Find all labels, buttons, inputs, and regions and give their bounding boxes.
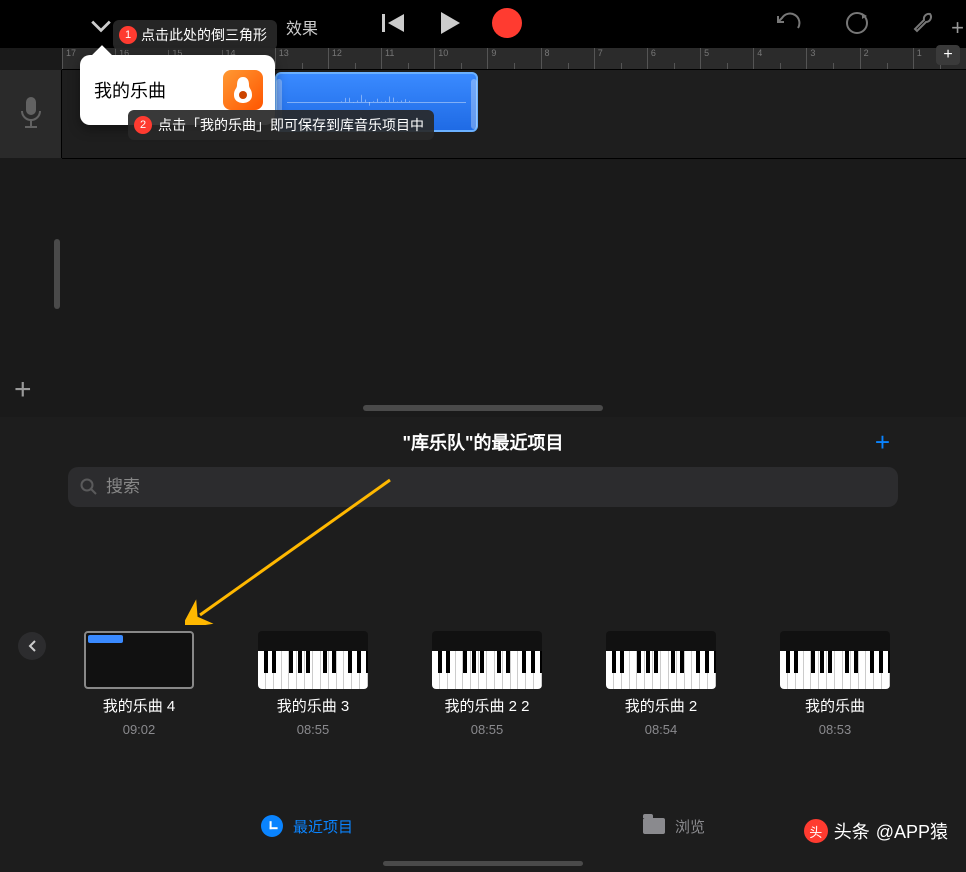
project-item[interactable]: 我的乐曲 4 09:02 — [84, 631, 194, 737]
rewind-icon — [380, 11, 408, 35]
library-scrollbar[interactable] — [383, 861, 583, 866]
project-name: 我的乐曲 4 — [103, 695, 176, 716]
microphone-icon — [18, 95, 44, 133]
add-button-toolbar[interactable]: + — [951, 15, 964, 41]
song-dropdown-button[interactable] — [86, 15, 116, 37]
project-item[interactable]: 我的乐曲 2 08:54 — [606, 631, 716, 737]
project-name: 我的乐曲 2 — [625, 695, 698, 716]
tooltip-badge-2: 2 — [134, 116, 152, 134]
ruler-tick: 13 — [275, 48, 328, 69]
ruler-tick: 5 — [700, 48, 753, 69]
empty-tracks-area — [62, 158, 966, 408]
project-item[interactable]: 我的乐曲 2 2 08:55 — [432, 631, 542, 737]
horizontal-scrollbar[interactable] — [363, 405, 603, 411]
project-grid: 我的乐曲 4 09:02 我的乐曲 3 08:55 我的乐曲 2 2 08:55… — [0, 507, 966, 737]
play-icon — [438, 10, 462, 36]
project-thumbnail — [780, 631, 890, 689]
project-item[interactable]: 我的乐曲 3 08:55 — [258, 631, 368, 737]
ruler-tick: 10 — [434, 48, 487, 69]
search-icon — [80, 478, 98, 496]
tutorial-tooltip-1: 1 点击此处的倒三角形 — [113, 20, 277, 50]
project-item[interactable]: 我的乐曲 08:53 — [780, 631, 890, 737]
watermark-handle: @APP猿 — [876, 818, 948, 844]
ruler-tick: 9 — [487, 48, 540, 69]
track-header[interactable] — [0, 70, 62, 158]
editor-panel: 效果 + — [0, 0, 966, 417]
project-name: 我的乐曲 3 — [277, 695, 350, 716]
ruler-add-button[interactable]: + — [936, 45, 960, 65]
project-thumbnail — [432, 631, 542, 689]
popover-title: 我的乐曲 — [94, 77, 166, 103]
tooltip-text-2: 点击「我的乐曲」即可保存到库音乐项目中 — [158, 115, 424, 135]
library-title: "库乐队"的最近项目 — [402, 429, 563, 455]
chevron-down-icon — [90, 19, 112, 33]
loop-button[interactable] — [844, 10, 870, 41]
play-button[interactable] — [438, 10, 462, 36]
project-name: 我的乐曲 2 2 — [444, 695, 529, 716]
search-input[interactable] — [106, 477, 886, 497]
ruler-tick: 12 — [328, 48, 381, 69]
project-time: 08:53 — [819, 722, 852, 737]
project-name: 我的乐曲 — [805, 695, 865, 716]
project-time: 08:54 — [645, 722, 678, 737]
tab-browse-label: 浏览 — [675, 816, 705, 837]
library-panel: "库乐队"的最近项目 + 我的乐曲 4 09:02 我的乐曲 3 08:55 我… — [0, 417, 966, 872]
undo-icon — [776, 12, 802, 34]
rewind-button[interactable] — [380, 11, 408, 35]
tab-browse[interactable]: 浏览 — [643, 816, 705, 837]
watermark: 头 头条 @APP猿 — [804, 818, 948, 844]
ruler-tick: 6 — [647, 48, 700, 69]
garageband-icon — [223, 70, 263, 110]
record-button[interactable] — [492, 8, 522, 38]
watermark-logo: 头 — [804, 819, 828, 843]
tooltip-badge-1: 1 — [119, 26, 137, 44]
ruler-tick: 2 — [860, 48, 913, 69]
ruler-tick: 8 — [541, 48, 594, 69]
ruler-tick: 7 — [594, 48, 647, 69]
tab-recent-label: 最近项目 — [293, 816, 353, 837]
add-track-button[interactable]: + — [14, 373, 32, 407]
transport-controls — [380, 8, 552, 38]
project-thumbnail — [84, 631, 194, 689]
loop-icon — [844, 10, 870, 36]
project-thumbnail — [258, 631, 368, 689]
ruler-tick: 11 — [381, 48, 434, 69]
settings-button[interactable] — [912, 10, 936, 41]
effects-label[interactable]: 效果 — [286, 15, 318, 39]
tab-recent[interactable]: 最近项目 — [261, 815, 353, 837]
ruler-tick: 3 — [806, 48, 859, 69]
new-project-button[interactable]: + — [875, 427, 890, 458]
watermark-brand: 头条 — [834, 818, 870, 844]
search-box[interactable] — [68, 467, 898, 507]
tutorial-tooltip-2: 2 点击「我的乐曲」即可保存到库音乐项目中 — [128, 110, 434, 140]
library-header: "库乐队"的最近项目 + — [0, 417, 966, 467]
ruler-tick: 4 — [753, 48, 806, 69]
undo-button[interactable] — [776, 12, 802, 39]
scroll-handle[interactable] — [54, 239, 60, 309]
project-thumbnail — [606, 631, 716, 689]
project-time: 09:02 — [123, 722, 156, 737]
project-time: 08:55 — [471, 722, 504, 737]
wrench-icon — [912, 10, 936, 36]
toolbar-right — [776, 10, 936, 41]
waveform — [287, 102, 466, 103]
project-time: 08:55 — [297, 722, 330, 737]
folder-icon — [643, 818, 665, 834]
clock-icon — [261, 815, 283, 837]
tooltip-text-1: 点击此处的倒三角形 — [141, 25, 267, 45]
